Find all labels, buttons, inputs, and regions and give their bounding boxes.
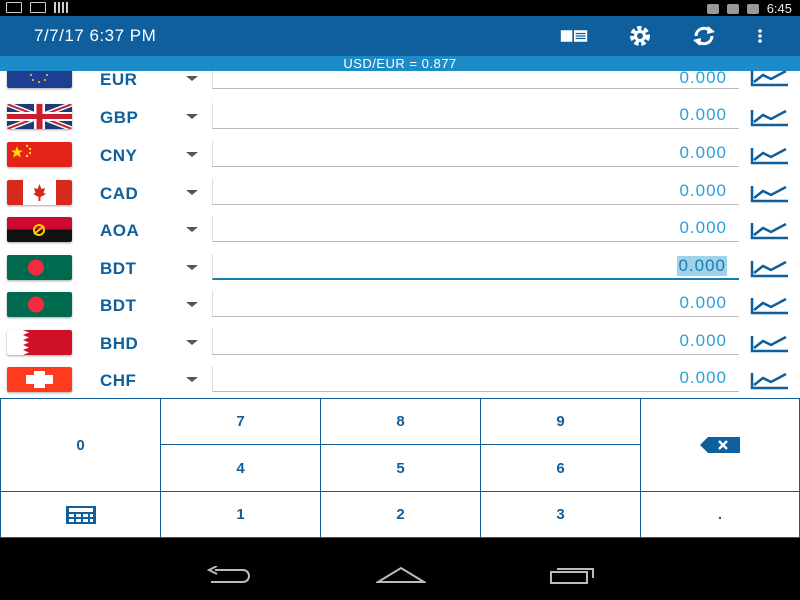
key-8[interactable]: 8 (320, 398, 481, 445)
eu-flag-icon (7, 71, 72, 88)
battery-icon (746, 3, 759, 14)
amount-value: 0.000 (679, 331, 727, 350)
list-icon[interactable] (560, 24, 588, 48)
trend-chart-icon[interactable] (750, 332, 790, 354)
trend-chart-icon[interactable] (750, 294, 790, 316)
key-decimal[interactable]: . (640, 491, 800, 538)
calculator-icon (65, 505, 96, 524)
key-6[interactable]: 6 (480, 444, 641, 492)
currency-code: GBP (100, 108, 139, 127)
china-flag-icon (7, 142, 72, 167)
amount-field[interactable]: 0.000 (212, 71, 739, 89)
currency-code: CHF (100, 371, 137, 390)
key-9[interactable]: 9 (480, 398, 641, 445)
backspace-icon (700, 437, 740, 453)
canada-flag-icon (7, 180, 72, 205)
amount-value: 0.000 (679, 105, 727, 124)
currency-row-cad[interactable]: CAD 0.000 (0, 177, 800, 215)
wifi-icon (726, 3, 739, 14)
download-icon (30, 2, 46, 13)
currency-row-aoa[interactable]: AOA 0.000 (0, 214, 800, 252)
system-nav-bar (0, 538, 800, 600)
currency-row-eur[interactable]: EUR 0.000 (0, 71, 800, 101)
currency-code: BDT (100, 259, 137, 278)
numeric-keypad: 0 7 8 9 4 5 6 1 2 3 . (0, 398, 800, 538)
uk-flag-icon (7, 104, 72, 129)
currency-code: CAD (100, 184, 139, 203)
amount-field-focused[interactable]: 0.000 (212, 254, 739, 280)
recents-icon[interactable] (549, 566, 595, 589)
amount-value: 0.000 (679, 293, 727, 312)
amount-field[interactable]: 0.000 (212, 291, 739, 317)
trend-chart-icon[interactable] (750, 257, 790, 279)
switzerland-flag-icon (7, 367, 72, 392)
chevron-down-icon[interactable] (186, 340, 198, 345)
amount-value: 0.000 (679, 181, 727, 200)
trend-chart-icon[interactable] (750, 71, 790, 88)
amount-value: 0.000 (679, 143, 727, 162)
amount-field[interactable]: 0.000 (212, 366, 739, 392)
currency-row-bdt[interactable]: BDT 0.000 (0, 289, 800, 327)
currency-row-chf[interactable]: CHF 0.000 (0, 364, 800, 398)
trend-chart-icon[interactable] (750, 106, 790, 128)
amount-field[interactable]: 0.000 (212, 141, 739, 167)
amount-field[interactable]: 0.000 (212, 179, 739, 205)
chevron-down-icon[interactable] (186, 265, 198, 270)
amount-field[interactable]: 0.000 (212, 216, 739, 242)
signal-bars-icon (54, 2, 70, 13)
key-3[interactable]: 3 (480, 491, 641, 538)
home-icon[interactable] (374, 566, 428, 589)
chevron-down-icon[interactable] (186, 377, 198, 382)
amount-value: 0.000 (679, 218, 727, 237)
exchange-rate-strip: USD/EUR = 0.877 (0, 56, 800, 71)
currency-code: BHD (100, 334, 139, 353)
trend-chart-icon[interactable] (750, 369, 790, 391)
key-7[interactable]: 7 (160, 398, 321, 445)
app-bar: 7/7/17 6:37 PM (0, 16, 800, 56)
amount-field[interactable]: 0.000 (212, 329, 739, 355)
currency-code: BDT (100, 296, 137, 315)
notification-icon (6, 2, 22, 13)
key-5[interactable]: 5 (320, 444, 481, 492)
chevron-down-icon[interactable] (186, 190, 198, 195)
bangladesh-flag-icon (7, 292, 72, 317)
currency-row-gbp[interactable]: GBP 0.000 (0, 101, 800, 139)
amount-value-selected: 0.000 (677, 256, 727, 276)
chevron-down-icon[interactable] (186, 227, 198, 232)
gear-icon[interactable] (626, 24, 654, 48)
currency-code: CNY (100, 146, 138, 165)
backspace-button[interactable] (640, 398, 800, 492)
amount-value: 0.000 (679, 71, 727, 87)
currency-row-cny[interactable]: CNY 0.000 (0, 139, 800, 177)
currency-code: EUR (100, 71, 138, 89)
calculator-button[interactable] (0, 491, 161, 538)
more-vert-icon[interactable] (746, 24, 774, 48)
trend-chart-icon[interactable] (750, 219, 790, 241)
amount-field[interactable]: 0.000 (212, 103, 739, 129)
back-icon[interactable] (205, 565, 253, 589)
amount-value: 0.000 (679, 368, 727, 387)
page-title: 7/7/17 6:37 PM (34, 26, 157, 45)
bluetooth-icon (706, 3, 719, 14)
chevron-down-icon[interactable] (186, 302, 198, 307)
key-0[interactable]: 0 (0, 398, 161, 492)
trend-chart-icon[interactable] (750, 144, 790, 166)
key-2[interactable]: 2 (320, 491, 481, 538)
chevron-down-icon[interactable] (186, 152, 198, 157)
currency-list[interactable]: EUR 0.000 GBP 0.000 CNY 0.000 CAD 0.000 … (0, 71, 800, 398)
key-4[interactable]: 4 (160, 444, 321, 492)
status-bar: 6:45 (0, 0, 800, 16)
bahrain-flag-icon (7, 330, 72, 355)
angola-flag-icon (7, 217, 72, 242)
currency-row-bdt-active[interactable]: BDT 0.000 (0, 252, 800, 290)
chevron-down-icon[interactable] (186, 114, 198, 119)
status-time: 6:45 (766, 1, 792, 16)
currency-code: AOA (100, 221, 140, 240)
bangladesh-flag-icon (7, 255, 72, 280)
trend-chart-icon[interactable] (750, 182, 790, 204)
key-1[interactable]: 1 (160, 491, 321, 538)
refresh-icon[interactable] (690, 24, 718, 48)
currency-row-bhd[interactable]: BHD 0.000 (0, 327, 800, 365)
chevron-down-icon[interactable] (186, 76, 198, 81)
